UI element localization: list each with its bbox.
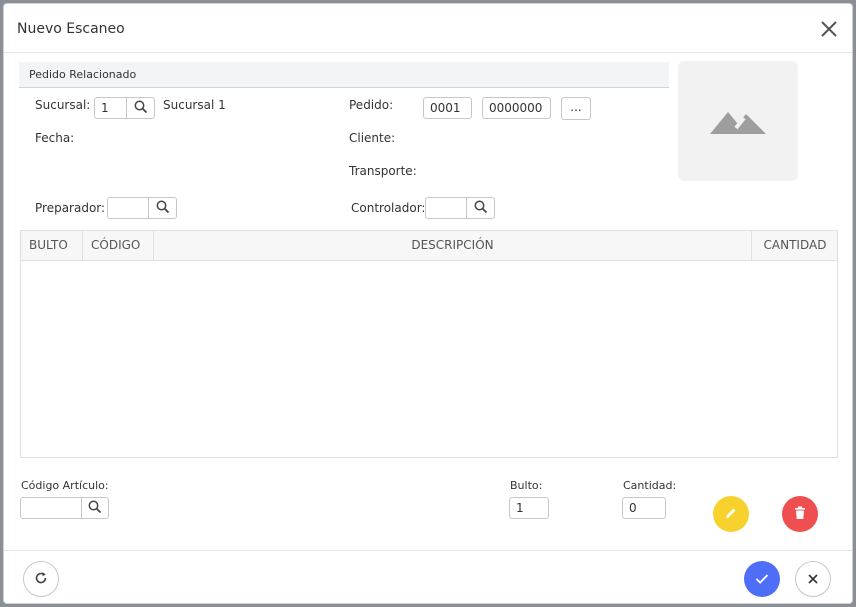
section-title: Pedido Relacionado (29, 68, 137, 81)
image-placeholder-icon (708, 102, 768, 140)
product-image-placeholder (678, 61, 798, 181)
sucursal-label: Sucursal: (35, 98, 91, 112)
column-header-cantidad[interactable]: CANTIDAD (752, 231, 838, 261)
pedido-lookup-button[interactable]: ... (561, 97, 591, 120)
search-icon (156, 199, 170, 218)
new-scan-dialog: Nuevo Escaneo Pedido Relacionado Sucursa… (3, 3, 853, 604)
confirm-button[interactable] (744, 561, 780, 597)
column-header-codigo[interactable]: CÓDIGO (83, 231, 154, 261)
pedido-label: Pedido: (349, 98, 394, 112)
sucursal-input[interactable]: 1 (94, 97, 127, 119)
preparador-label: Preparador: (35, 201, 106, 215)
close-icon[interactable] (818, 18, 840, 40)
column-header-descripcion[interactable]: DESCRIPCIÓN (154, 231, 752, 261)
sucursal-search-button[interactable] (126, 97, 155, 119)
edit-button[interactable] (713, 496, 749, 532)
pedido-number-input[interactable]: 0000000 (482, 97, 551, 119)
preparador-search-button[interactable] (148, 197, 177, 219)
search-icon (134, 99, 148, 118)
bulto-label: Bulto: (510, 479, 543, 492)
pencil-icon (724, 505, 738, 524)
check-icon (755, 570, 769, 589)
refresh-button[interactable] (23, 561, 59, 597)
column-header-bulto[interactable]: BULTO (21, 231, 83, 261)
dialog-footer (4, 550, 852, 605)
sucursal-name: Sucursal 1 (163, 98, 226, 112)
trash-icon (794, 505, 806, 524)
dialog-title: Nuevo Escaneo (17, 21, 125, 37)
refresh-icon (34, 570, 48, 589)
fecha-label: Fecha: (35, 131, 75, 145)
cancel-button[interactable] (795, 561, 831, 597)
transporte-label: Transporte: (349, 164, 417, 178)
cliente-label: Cliente: (349, 131, 396, 145)
scan-items-table: BULTO CÓDIGO DESCRIPCIÓN CANTIDAD (20, 230, 838, 458)
cantidad-input[interactable]: 0 (622, 497, 666, 519)
cancel-icon (807, 570, 819, 589)
search-icon (474, 199, 488, 218)
cantidad-label: Cantidad: (623, 479, 677, 492)
table-header: BULTO CÓDIGO DESCRIPCIÓN CANTIDAD (21, 231, 837, 261)
codigo-articulo-label: Código Artículo: (21, 479, 109, 492)
codigo-articulo-input[interactable] (20, 497, 82, 519)
delete-button[interactable] (782, 496, 818, 532)
codigo-articulo-search-button[interactable] (81, 497, 109, 519)
preparador-input[interactable] (107, 197, 149, 219)
controlador-search-button[interactable] (466, 197, 495, 219)
search-icon (88, 499, 102, 518)
section-header: Pedido Relacionado (19, 62, 669, 88)
controlador-label: Controlador: (351, 201, 426, 215)
controlador-input[interactable] (425, 197, 467, 219)
bulto-input[interactable]: 1 (509, 497, 549, 519)
dialog-header: Nuevo Escaneo (4, 4, 852, 53)
pedido-prefix-input[interactable]: 0001 (423, 97, 472, 119)
